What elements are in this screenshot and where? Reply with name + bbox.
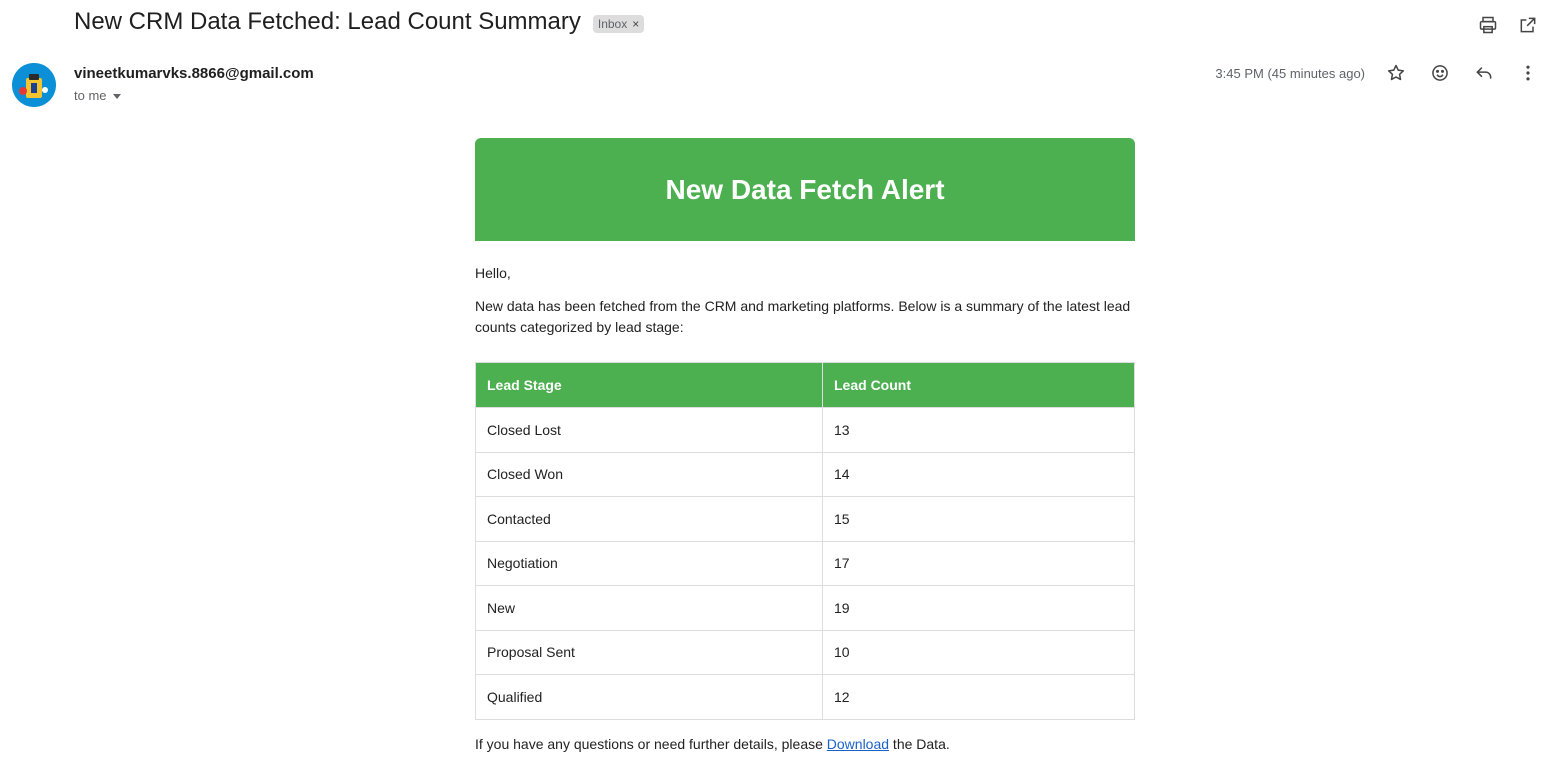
greeting-text: Hello, [475,265,511,281]
email-subject-row: New CRM Data Fetched: Lead Count Summary… [74,8,645,36]
lead-count-cell: 19 [822,585,1135,631]
inbox-label-chip[interactable]: Inbox × [592,14,645,33]
table-row: New 19 [475,585,1135,631]
lead-count-cell: 14 [822,451,1135,497]
lead-count-cell: 13 [822,407,1135,453]
reply-icon[interactable] [1473,62,1495,84]
message-meta: 3:45 PM (45 minutes ago) [1215,62,1539,84]
banner-title: New Data Fetch Alert [665,173,945,205]
recipient-text: to me [74,88,107,103]
email-body: New Data Fetch Alert Hello, New data has… [475,138,1135,752]
recipient-line: to me [74,88,121,103]
lead-count-cell: 17 [822,540,1135,586]
column-header-lead-stage: Lead Stage [475,362,823,408]
table-row: Contacted 15 [475,496,1135,542]
print-icon[interactable] [1477,14,1499,36]
download-link[interactable]: Download [827,736,889,752]
lead-stage-cell: Negotiation [475,540,823,586]
alert-banner: New Data Fetch Alert [475,138,1135,241]
lead-stage-cell: Qualified [475,674,823,720]
remove-label-button[interactable]: × [632,17,639,31]
intro-paragraph: New data has been fetched from the CRM a… [475,298,1131,335]
emoji-reaction-icon[interactable] [1429,62,1451,84]
sender-avatar[interactable] [12,63,56,107]
inbox-label-text: Inbox [597,16,628,31]
lead-count-cell: 10 [822,629,1135,675]
timestamp: 3:45 PM (45 minutes ago) [1215,65,1365,81]
more-vertical-icon[interactable] [1517,62,1539,84]
lead-stage-cell: Closed Lost [475,407,823,453]
table-row: Qualified 12 [475,674,1135,720]
show-details-dropdown-icon[interactable] [112,94,121,99]
table-header-row: Lead Stage Lead Count [475,362,1135,408]
lead-stage-cell: Proposal Sent [475,629,823,675]
table-row: Negotiation 17 [475,540,1135,586]
lead-stage-cell: New [475,585,823,631]
footer-paragraph: If you have any questions or need furthe… [475,736,1135,752]
email-subject: New CRM Data Fetched: Lead Count Summary [74,8,581,35]
table-row: Closed Won 14 [475,451,1135,497]
table-row: Proposal Sent 10 [475,629,1135,675]
sender-email[interactable]: vineetkumarvks.8866@gmail.com [74,65,314,82]
lead-count-table: Lead Stage Lead Count Closed Lost 13 Clo… [475,362,1135,720]
star-icon[interactable] [1385,62,1407,84]
table-row: Closed Lost 13 [475,407,1135,453]
footer-text-before: If you have any questions or need furthe… [475,735,827,752]
top-toolbar [1477,14,1539,36]
lead-count-cell: 12 [822,674,1135,720]
column-header-lead-count: Lead Count [822,362,1135,408]
footer-text-after: the Data. [889,735,950,752]
open-in-new-window-icon[interactable] [1517,14,1539,36]
lead-stage-cell: Contacted [475,496,823,542]
lead-stage-cell: Closed Won [475,451,823,497]
lead-count-cell: 15 [822,496,1135,542]
